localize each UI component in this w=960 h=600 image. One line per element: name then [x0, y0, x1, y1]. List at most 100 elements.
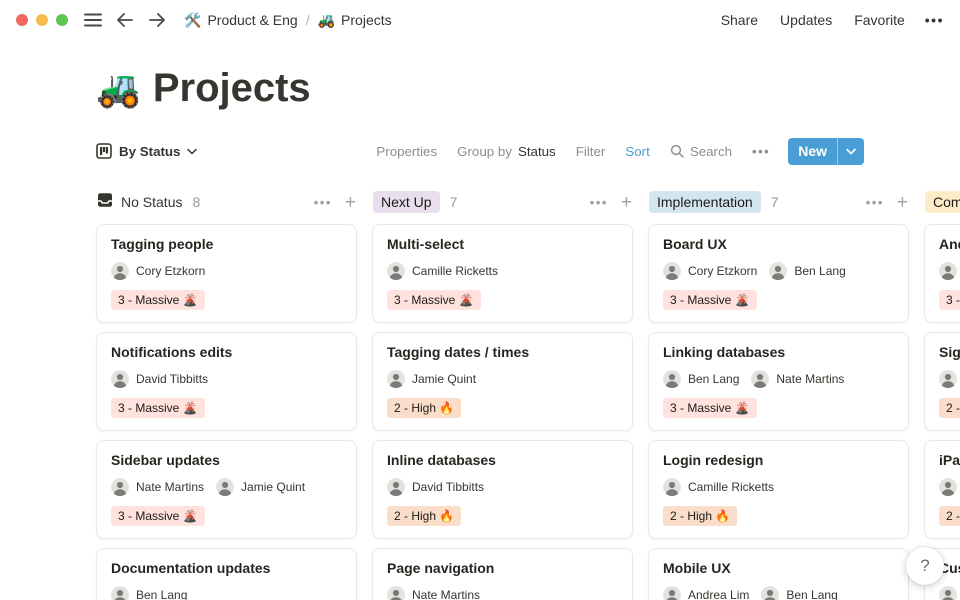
new-button-group: New	[788, 138, 864, 165]
favorite-button[interactable]: Favorite	[854, 12, 905, 28]
card-assignees: Nate Martins	[387, 586, 618, 600]
board-card[interactable]: Documentation updatesBen Lang2 - High 🔥	[96, 548, 357, 600]
column-header[interactable]: Implementation7•••+	[648, 189, 909, 215]
column-add-icon[interactable]: +	[621, 193, 632, 212]
view-more-icon[interactable]: •••	[752, 144, 770, 159]
column-more-icon[interactable]: •••	[314, 195, 332, 210]
hamburger-icon	[84, 13, 102, 27]
new-dropdown-button[interactable]	[838, 138, 864, 165]
card-title: Sign	[939, 344, 960, 360]
search-label: Search	[690, 144, 732, 159]
assignee-name: Jamie Quint	[241, 480, 305, 494]
board: No Status8•••+Tagging peopleCory Etzkorn…	[0, 189, 960, 600]
avatar	[663, 370, 681, 388]
board-card[interactable]: Multi-selectCamille Ricketts3 - Massive …	[372, 224, 633, 323]
column-more-icon[interactable]: •••	[590, 195, 608, 210]
column-header[interactable]: No Status8•••+	[96, 189, 357, 215]
assignee-name: Andrea Lim	[688, 588, 749, 600]
board-card[interactable]: Mobile UXAndrea LimBen Lang1- Normal 🌴	[648, 548, 909, 600]
avatar	[761, 586, 779, 600]
board-card[interactable]: SignJ2 -	[924, 332, 960, 431]
assignee: Cory Etzkorn	[663, 262, 757, 280]
avatar	[111, 262, 129, 280]
assignee: Jamie Quint	[216, 478, 305, 496]
board-card[interactable]: Tagging peopleCory Etzkorn3 - Massive 🌋	[96, 224, 357, 323]
breadcrumb-item-page[interactable]: 🚜 Projects	[318, 12, 392, 29]
assignee: Ben Lang	[761, 586, 837, 600]
group-by-button[interactable]: Group by Status	[457, 144, 556, 159]
view-switcher[interactable]: By Status	[96, 143, 197, 159]
forward-button[interactable]	[148, 12, 166, 28]
avatar	[387, 478, 405, 496]
card-title: Multi-select	[387, 236, 618, 252]
minimize-window-button[interactable]	[36, 14, 48, 26]
card-assignees: Camille Ricketts	[663, 478, 894, 496]
avatar	[387, 586, 405, 600]
card-assignees: Andrea Lim Ben Lang	[663, 586, 894, 600]
board-card[interactable]: Login redesignCamille Ricketts2 - High 🔥	[648, 440, 909, 539]
column-count: 8	[192, 194, 200, 210]
board-card[interactable]: iPadC2 -	[924, 440, 960, 539]
avatar	[111, 370, 129, 388]
close-window-button[interactable]	[16, 14, 28, 26]
column-add-icon[interactable]: +	[345, 193, 356, 212]
avatar-photo	[939, 478, 957, 496]
breadcrumb-item-workspace[interactable]: 🛠️ Product & Eng	[184, 12, 298, 29]
priority-badge: 2 - High 🔥	[663, 506, 737, 526]
column-more-icon[interactable]: •••	[866, 195, 884, 210]
board-card[interactable]: Sidebar updatesNate MartinsJamie Quint3 …	[96, 440, 357, 539]
avatar	[387, 370, 405, 388]
filter-button[interactable]: Filter	[576, 144, 606, 159]
card-title: Tagging people	[111, 236, 342, 252]
board-card[interactable]: Notifications editsDavid Tibbitts3 - Mas…	[96, 332, 357, 431]
board-card[interactable]: Page navigationNate Martins1- Normal 🌴	[372, 548, 633, 600]
avatar	[387, 262, 405, 280]
board-card[interactable]: Tagging dates / timesJamie Quint2 - High…	[372, 332, 633, 431]
card-title: Mobile UX	[663, 560, 894, 576]
tractor-page-icon[interactable]: 🚜	[96, 68, 141, 110]
help-button[interactable]: ?	[906, 547, 944, 585]
back-button[interactable]	[116, 12, 134, 28]
page-title: 🚜 Projects	[96, 66, 864, 111]
priority-badge: 3 - Massive 🌋	[663, 290, 757, 310]
board-card[interactable]: Board UXCory EtzkornBen Lang3 - Massive …	[648, 224, 909, 323]
search-button[interactable]: Search	[670, 144, 732, 159]
sort-button[interactable]: Sort	[625, 144, 649, 159]
tractor-icon: 🚜	[318, 12, 335, 29]
card-assignees: Ben Lang	[111, 586, 342, 600]
view-toolbar: By Status Properties Group by Status Fil…	[96, 135, 864, 167]
more-options-icon[interactable]: •••	[925, 12, 944, 28]
priority-badge: 3 - Massive 🌋	[663, 398, 757, 418]
assignee: N	[939, 586, 960, 600]
column-count: 7	[771, 194, 779, 210]
assignee-name: Ben Lang	[786, 588, 837, 600]
assignee: Andrea Lim	[663, 586, 749, 600]
card-assignees: Camille Ricketts	[387, 262, 618, 280]
card-assignees: J	[939, 370, 960, 388]
column-add-icon[interactable]: +	[897, 193, 908, 212]
avatar-photo	[939, 262, 957, 280]
card-assignees: N	[939, 262, 960, 280]
zoom-window-button[interactable]	[56, 14, 68, 26]
assignee: J	[939, 370, 960, 388]
no-status-box-icon	[97, 192, 113, 213]
card-assignees: Ben LangNate Martins	[663, 370, 894, 388]
assignee: Cory Etzkorn	[111, 262, 205, 280]
properties-button[interactable]: Properties	[376, 144, 437, 159]
avatar	[939, 370, 957, 388]
assignee: Ben Lang	[769, 262, 845, 280]
card-assignees: N	[939, 586, 960, 600]
updates-button[interactable]: Updates	[780, 12, 832, 28]
sidebar-toggle-button[interactable]	[84, 13, 102, 27]
column-header[interactable]: Com•••+	[924, 189, 960, 215]
board-card[interactable]: Inline databasesDavid Tibbitts2 - High 🔥	[372, 440, 633, 539]
breadcrumb-separator: /	[306, 12, 310, 28]
board-card[interactable]: AndN3 -	[924, 224, 960, 323]
chevron-down-icon	[846, 148, 856, 155]
share-button[interactable]: Share	[721, 12, 758, 28]
priority-badge: 3 -	[939, 290, 960, 310]
card-title: iPad	[939, 452, 960, 468]
column-header[interactable]: Next Up7•••+	[372, 189, 633, 215]
board-card[interactable]: Linking databasesBen LangNate Martins3 -…	[648, 332, 909, 431]
new-button[interactable]: New	[788, 138, 837, 165]
